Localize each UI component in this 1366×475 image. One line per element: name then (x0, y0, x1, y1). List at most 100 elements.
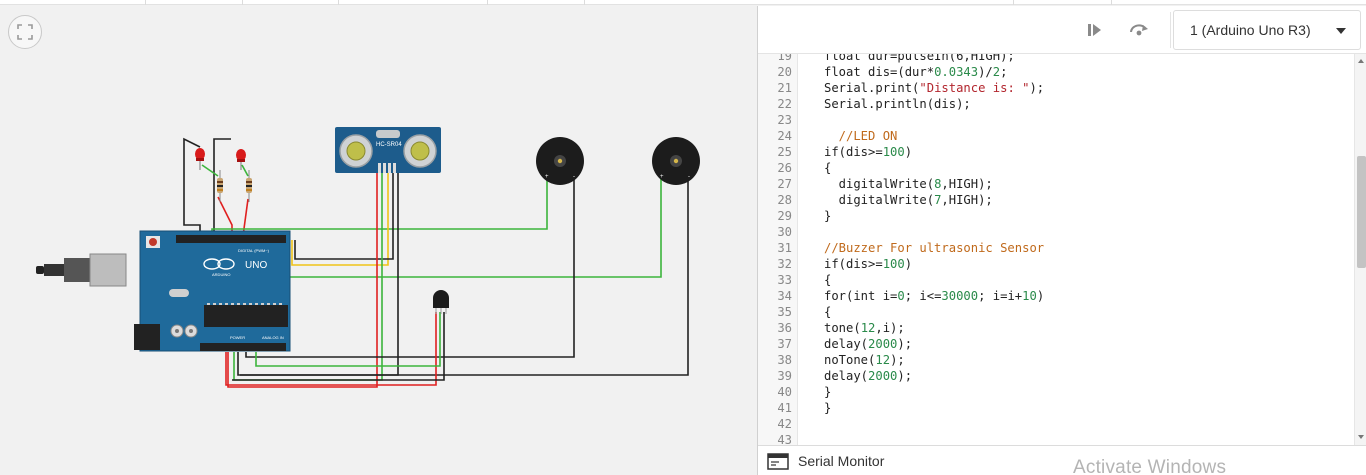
code-line[interactable]: 21 Serial.print("Distance is: "); (758, 80, 1354, 96)
code-line[interactable]: 40} (758, 384, 1354, 400)
code-line[interactable]: 42 (758, 416, 1354, 432)
svg-text:-: - (688, 174, 690, 180)
code-token: )/ (978, 65, 993, 79)
code-text: } (824, 208, 831, 224)
code-text: float dis=(dur*0.0343)/2; (824, 64, 1007, 80)
toolbar-separator (1170, 12, 1171, 48)
code-token: ,HIGH); (941, 177, 993, 191)
code-text: if(dis>=100) (824, 144, 912, 160)
top-tab-strip (0, 0, 1366, 5)
scroll-thumb[interactable] (1357, 156, 1366, 268)
chevron-down-icon (1336, 28, 1346, 34)
code-token: ) (1036, 289, 1045, 303)
serial-monitor-icon (767, 453, 789, 470)
code-token: 12 (860, 321, 876, 335)
code-token: 12 (875, 353, 891, 367)
code-text: if(dis>=100) (824, 256, 912, 272)
code-line[interactable]: 37 delay(2000); (758, 336, 1354, 352)
code-line[interactable]: 34 for(int i=0; i<=30000; i=i+10) (758, 288, 1354, 304)
code-line[interactable]: 26 { (758, 160, 1354, 176)
code-token: 100 (882, 145, 905, 159)
code-line[interactable]: 32 if(dis>=100) (758, 256, 1354, 272)
line-number: 36 (777, 321, 792, 335)
code-token: ,HIGH); (941, 193, 993, 207)
code-token: ); (1029, 81, 1045, 95)
sensor-label: HC-SR04 (376, 142, 402, 148)
wire-black-trig (294, 172, 394, 260)
code-line[interactable]: 33 { (758, 272, 1354, 288)
code-text: float dur=pulseIn(6,HIGH); (824, 54, 1015, 64)
serial-monitor-label: Serial Monitor (798, 453, 885, 469)
code-token: if(dis>= (824, 257, 883, 271)
code-text: Serial.print("Distance is: "); (824, 80, 1044, 96)
svg-text:+: + (660, 174, 664, 180)
code-token: } (824, 401, 832, 415)
line-number: 26 (777, 161, 792, 175)
code-line[interactable]: 27 digitalWrite(8,HIGH); (758, 176, 1354, 192)
code-text: for(int i=0; i<=30000; i=i+10) (824, 288, 1044, 304)
code-line[interactable]: 25 if(dis>=100) (758, 144, 1354, 160)
wire-black-buzzer2 (240, 176, 689, 376)
code-token: 10 (1022, 289, 1037, 303)
code-line[interactable]: 35 { (758, 304, 1354, 320)
code-token: ); (890, 353, 905, 367)
code-token: Serial.println(dis); (824, 97, 971, 111)
line-number: 25 (777, 145, 792, 159)
code-line[interactable]: 28 digitalWrite(7,HIGH); (758, 192, 1354, 208)
code-token: ; (1000, 65, 1008, 79)
line-number: 42 (777, 417, 792, 431)
code-line[interactable]: 39 delay(2000); (758, 368, 1354, 384)
code-token: 0 (897, 289, 905, 303)
line-number: 34 (777, 289, 792, 303)
line-number: 27 (777, 177, 792, 191)
code-token: //LED ON (824, 129, 898, 143)
code-line[interactable]: 29} (758, 208, 1354, 224)
code-line[interactable]: 30 (758, 224, 1354, 240)
code-line[interactable]: 20 float dis=(dur*0.0343)/2; (758, 64, 1354, 80)
line-number: 23 (777, 113, 792, 127)
code-text: digitalWrite(7,HIGH); (824, 192, 993, 208)
ultrasonic-sensor: HC-SR04 (335, 127, 441, 173)
restart-button[interactable] (1127, 18, 1151, 42)
step-button[interactable] (1083, 18, 1107, 42)
code-line[interactable]: 41} (758, 400, 1354, 416)
code-line[interactable]: 19 float dur=pulseIn(6,HIGH); (758, 54, 1354, 64)
code-line[interactable]: 22 Serial.println(dis); (758, 96, 1354, 112)
code-token: ) (904, 257, 913, 271)
restart-icon (1130, 24, 1148, 36)
code-line[interactable]: 38 noTone(12); (758, 352, 1354, 368)
circuit-diagram[interactable]: HC-SR04 + - + - DIGITAL (PWM~) POWER ANA… (0, 6, 757, 475)
code-token: } (824, 209, 832, 223)
editor-scrollbar[interactable] (1354, 54, 1366, 445)
activate-windows-watermark: Activate Windows (1073, 457, 1227, 475)
code-token: ); (897, 337, 913, 351)
line-number: 22 (777, 97, 792, 111)
line-number: 21 (777, 81, 792, 95)
code-text: Serial.println(dis); (824, 96, 971, 112)
device-select-value: 1 (Arduino Uno R3) (1190, 22, 1311, 38)
line-number: 40 (777, 385, 792, 399)
code-line[interactable]: 24 //LED ON (758, 128, 1354, 144)
circuit-canvas[interactable]: HC-SR04 + - + - DIGITAL (PWM~) POWER ANA… (0, 6, 757, 475)
code-line[interactable]: 31 //Buzzer For ultrasonic Sensor (758, 240, 1354, 256)
code-text: //LED ON (824, 128, 898, 144)
line-number: 24 (777, 129, 792, 143)
code-text: { (824, 304, 831, 320)
code-editor[interactable]: 19 float dur=pulseIn(6,HIGH); 20 float dis=… (758, 54, 1354, 445)
wire-yellow-echo (291, 172, 389, 266)
code-token: float dur=pulseIn(6,HIGH); (824, 54, 1015, 63)
code-line[interactable]: 43 (758, 432, 1354, 445)
code-line[interactable]: 23 (758, 112, 1354, 128)
scroll-up-icon[interactable] (1358, 59, 1364, 63)
code-line[interactable]: 36 tone(12,i); (758, 320, 1354, 336)
scroll-down-icon[interactable] (1358, 435, 1364, 439)
device-select[interactable]: 1 (Arduino Uno R3) (1173, 10, 1361, 50)
code-token: { (824, 161, 832, 175)
code-text: } (824, 384, 831, 400)
serial-monitor-toggle[interactable]: Serial Monitor (758, 445, 1366, 475)
wire-black-buzzer1 (245, 178, 575, 358)
code-text: noTone(12); (824, 352, 905, 368)
code-token: } (824, 385, 832, 399)
code-text: delay(2000); (824, 336, 912, 352)
code-token: "Distance is: " (919, 81, 1030, 95)
